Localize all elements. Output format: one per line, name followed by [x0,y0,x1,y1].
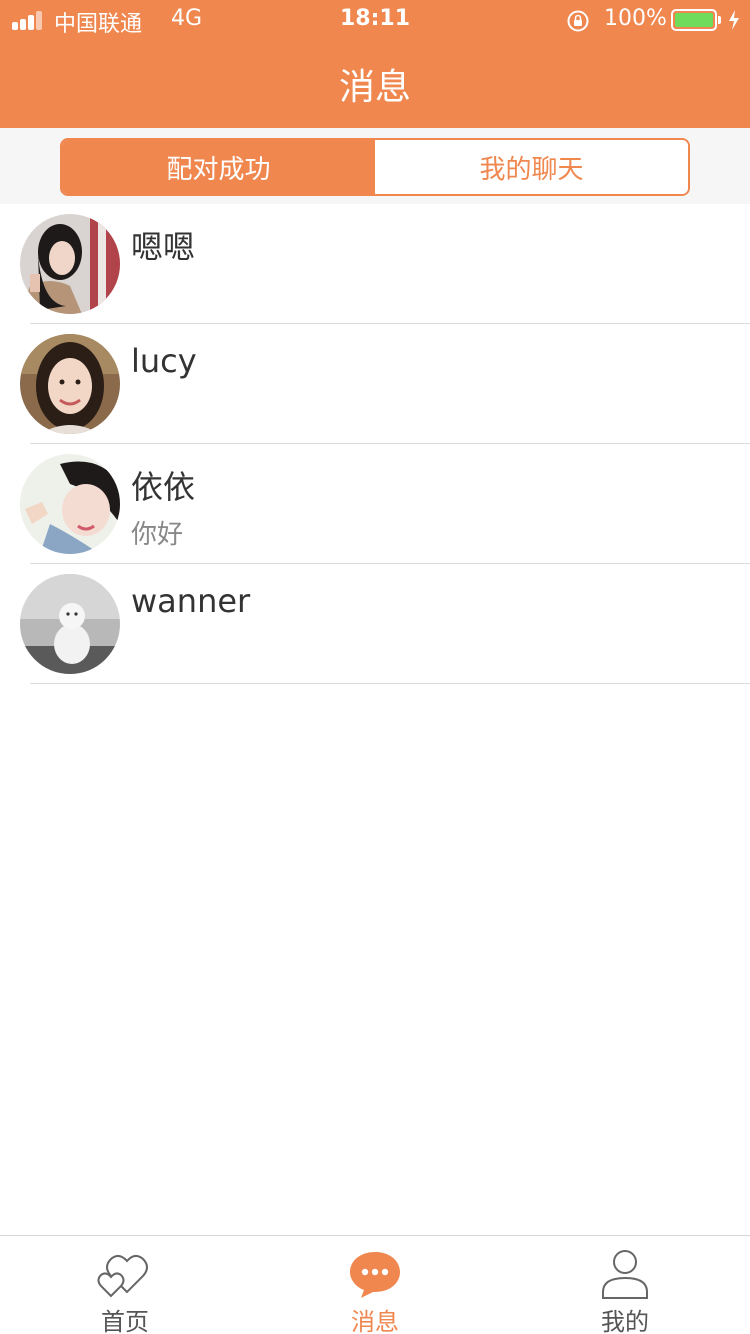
avatar-woman-dark-hair [20,214,120,314]
chat-name: 嗯嗯 [131,228,196,266]
segmented-control: 配对成功 我的聊天 [60,138,690,196]
chat-list: 嗯嗯 lucy 依依 你好 wanner [0,204,750,684]
row-divider [30,683,750,684]
tab-label: 首页 [101,1308,149,1334]
chat-bubble-icon [350,1252,400,1298]
battery-icon [671,9,717,31]
tab-profile[interactable]: 我的 [500,1236,750,1334]
tab-home[interactable]: 首页 [0,1236,250,1334]
rotation-lock-icon [567,10,589,32]
chat-row-enen[interactable]: 嗯嗯 [0,204,750,324]
charging-bolt-icon [729,10,739,30]
tab-matched[interactable]: 配对成功 [62,140,375,194]
tab-messages[interactable]: 消息 [250,1236,500,1334]
header: 中国联通 4G 18:11 100% 消息 [0,0,750,128]
hearts-icon [97,1255,148,1298]
chat-row-lucy[interactable]: lucy [0,324,750,444]
tab-my-chats[interactable]: 我的聊天 [375,140,688,194]
tab-label: 我的 [601,1308,649,1334]
chat-preview: 你好 [131,520,184,550]
tab-label: 消息 [351,1308,399,1334]
avatar-woman-peace-sign [20,454,120,554]
tab-bar: 首页 消息 我的 [0,1235,750,1334]
chat-name: lucy [131,342,197,380]
avatar-woman-smiling [20,334,120,434]
page-title: 消息 [338,67,411,108]
chat-row-yiyi[interactable]: 依依 你好 [0,444,750,564]
chat-name: 依依 [131,468,196,506]
person-icon [602,1250,648,1299]
chat-name: wanner [131,582,251,620]
segment-bar: 配对成功 我的聊天 [0,128,750,204]
avatar-snowman [20,574,120,674]
battery-percent: 100% [604,6,667,31]
chat-row-wanner[interactable]: wanner [0,564,750,684]
status-bar: 中国联通 4G 18:11 100% [0,0,750,40]
battery-tip [718,16,721,24]
